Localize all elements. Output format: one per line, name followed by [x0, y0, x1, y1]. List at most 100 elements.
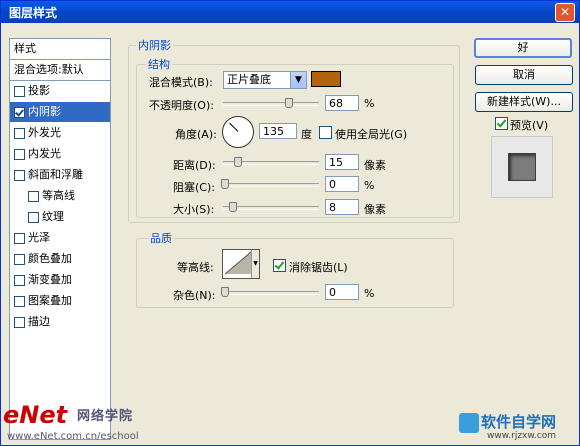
style-checkbox[interactable] [14, 274, 25, 286]
distance-slider-thumb[interactable] [234, 157, 242, 167]
noise-unit: % [364, 287, 375, 300]
size-slider-track[interactable] [223, 206, 319, 210]
noise-input[interactable]: 0 [325, 284, 359, 300]
blend-mode-select[interactable]: 正片叠底 ▼ [223, 71, 307, 89]
preview-checkbox[interactable] [495, 117, 508, 130]
style-item-label: 等高线 [42, 189, 75, 202]
opacity-input[interactable]: 68 [325, 95, 359, 111]
style-checkbox[interactable] [14, 106, 25, 118]
opacity-unit: % [364, 97, 375, 110]
style-item[interactable]: 投影 [10, 81, 110, 101]
styles-header[interactable]: 样式 [10, 39, 110, 60]
angle-unit: 度 [301, 128, 312, 141]
rjzxw-url: www.rjzxw.com [487, 431, 556, 441]
style-checkbox[interactable] [14, 127, 25, 139]
style-item-label: 图案叠加 [28, 294, 72, 307]
choke-label: 阻塞(C): [173, 181, 215, 194]
angle-label: 角度(A): [175, 128, 217, 141]
style-checkbox[interactable] [28, 190, 39, 202]
enet-logo: eNet [3, 401, 68, 429]
distance-unit: 像素 [364, 159, 386, 172]
contour-picker[interactable]: ▼ [222, 249, 260, 279]
noise-label: 杂色(N): [173, 289, 216, 302]
style-item-label: 描边 [28, 315, 50, 328]
enet-url: www.eNet.com.cn/eschool [7, 431, 139, 442]
size-label: 大小(S): [173, 203, 215, 216]
style-checkbox[interactable] [28, 211, 39, 223]
style-item-label: 内阴影 [28, 105, 61, 118]
style-item-label: 斜面和浮雕 [28, 168, 83, 181]
style-checkbox[interactable] [14, 295, 25, 307]
style-item[interactable]: 描边 [10, 312, 110, 332]
shadow-color-swatch[interactable] [311, 71, 341, 87]
blend-mode-label: 混合模式(B): [149, 76, 213, 89]
global-light-label: 使用全局光(G) [335, 128, 408, 141]
preview-label: 预览(V) [510, 119, 549, 132]
style-checkbox[interactable] [14, 316, 25, 328]
size-slider-thumb[interactable] [229, 202, 237, 212]
opacity-slider-thumb[interactable] [285, 98, 293, 108]
style-item-label: 内发光 [28, 147, 61, 160]
rjzxw-cn-text: 软件自学网 [481, 413, 557, 431]
enet-cn-text: 网络学院 [77, 409, 134, 424]
preview-box [491, 136, 553, 198]
style-item[interactable]: 斜面和浮雕 [10, 165, 110, 185]
structure-title: 结构 [146, 56, 172, 72]
style-item[interactable]: 光泽 [10, 228, 110, 248]
style-item[interactable]: 内阴影 [10, 102, 110, 122]
contour-dropdown-icon[interactable]: ▼ [251, 250, 259, 278]
choke-slider-thumb[interactable] [221, 179, 229, 189]
inner-shadow-group-title: 内阴影 [136, 37, 173, 53]
choke-unit: % [364, 179, 375, 192]
style-item-label: 投影 [28, 84, 50, 97]
opacity-label: 不透明度(O): [149, 99, 214, 112]
style-item[interactable]: 等高线 [10, 186, 110, 206]
opacity-slider-track[interactable] [223, 102, 319, 106]
style-item-label: 渐变叠加 [28, 273, 72, 286]
anti-alias-label: 消除锯齿(L) [289, 261, 348, 274]
contour-label: 等高线: [177, 261, 214, 274]
chevron-down-icon[interactable]: ▼ [290, 72, 306, 88]
style-checkbox[interactable] [14, 169, 25, 181]
style-item[interactable]: 图案叠加 [10, 291, 110, 311]
distance-input[interactable]: 15 [325, 154, 359, 170]
layer-style-dialog: 图层样式 ✕ 样式 混合选项:默认 投影 内阴影 外发光 内发光 斜面和浮雕 等高线 纹理光… [0, 0, 580, 446]
choke-input[interactable]: 0 [325, 176, 359, 192]
style-checkbox[interactable] [14, 232, 25, 244]
style-item[interactable]: 颜色叠加 [10, 249, 110, 269]
global-light-checkbox[interactable] [319, 126, 332, 139]
ok-button[interactable]: 好 [474, 38, 572, 58]
style-item[interactable]: 外发光 [10, 123, 110, 143]
contour-preview-icon [224, 251, 252, 275]
choke-slider-track[interactable] [223, 183, 319, 187]
quality-title: 品质 [148, 230, 174, 246]
noise-slider-thumb[interactable] [221, 287, 229, 297]
angle-dial-icon[interactable] [222, 116, 254, 148]
preview-swatch [508, 153, 536, 181]
style-item[interactable]: 渐变叠加 [10, 270, 110, 290]
blend-mode-value: 正片叠底 [227, 73, 271, 86]
distance-label: 距离(D): [173, 159, 216, 172]
anti-alias-checkbox[interactable] [273, 259, 286, 272]
size-input[interactable]: 8 [325, 199, 359, 215]
new-style-button[interactable]: 新建样式(W)... [475, 92, 573, 112]
style-item-label: 光泽 [28, 231, 50, 244]
rjzxw-logo-icon [459, 413, 479, 433]
style-item[interactable]: 内发光 [10, 144, 110, 164]
window-title: 图层样式 [9, 6, 58, 20]
size-unit: 像素 [364, 203, 386, 216]
blend-options-item[interactable]: 混合选项:默认 [10, 60, 110, 81]
styles-list: 样式 混合选项:默认 投影内阴影外发光内发光斜面和浮雕等高线纹理光泽颜色叠加渐变… [9, 38, 111, 440]
style-item-label: 纹理 [42, 210, 64, 223]
title-bar: 图层样式 ✕ [1, 1, 579, 23]
cancel-button[interactable]: 取消 [475, 65, 573, 85]
style-checkbox[interactable] [14, 85, 25, 97]
style-checkbox[interactable] [14, 148, 25, 160]
style-checkbox[interactable] [14, 253, 25, 265]
noise-slider-track[interactable] [223, 291, 319, 295]
style-item[interactable]: 纹理 [10, 207, 110, 227]
style-item-label: 外发光 [28, 126, 61, 139]
style-item-label: 颜色叠加 [28, 252, 72, 265]
close-button[interactable]: ✕ [555, 3, 575, 22]
angle-input[interactable]: 135 [259, 123, 297, 139]
